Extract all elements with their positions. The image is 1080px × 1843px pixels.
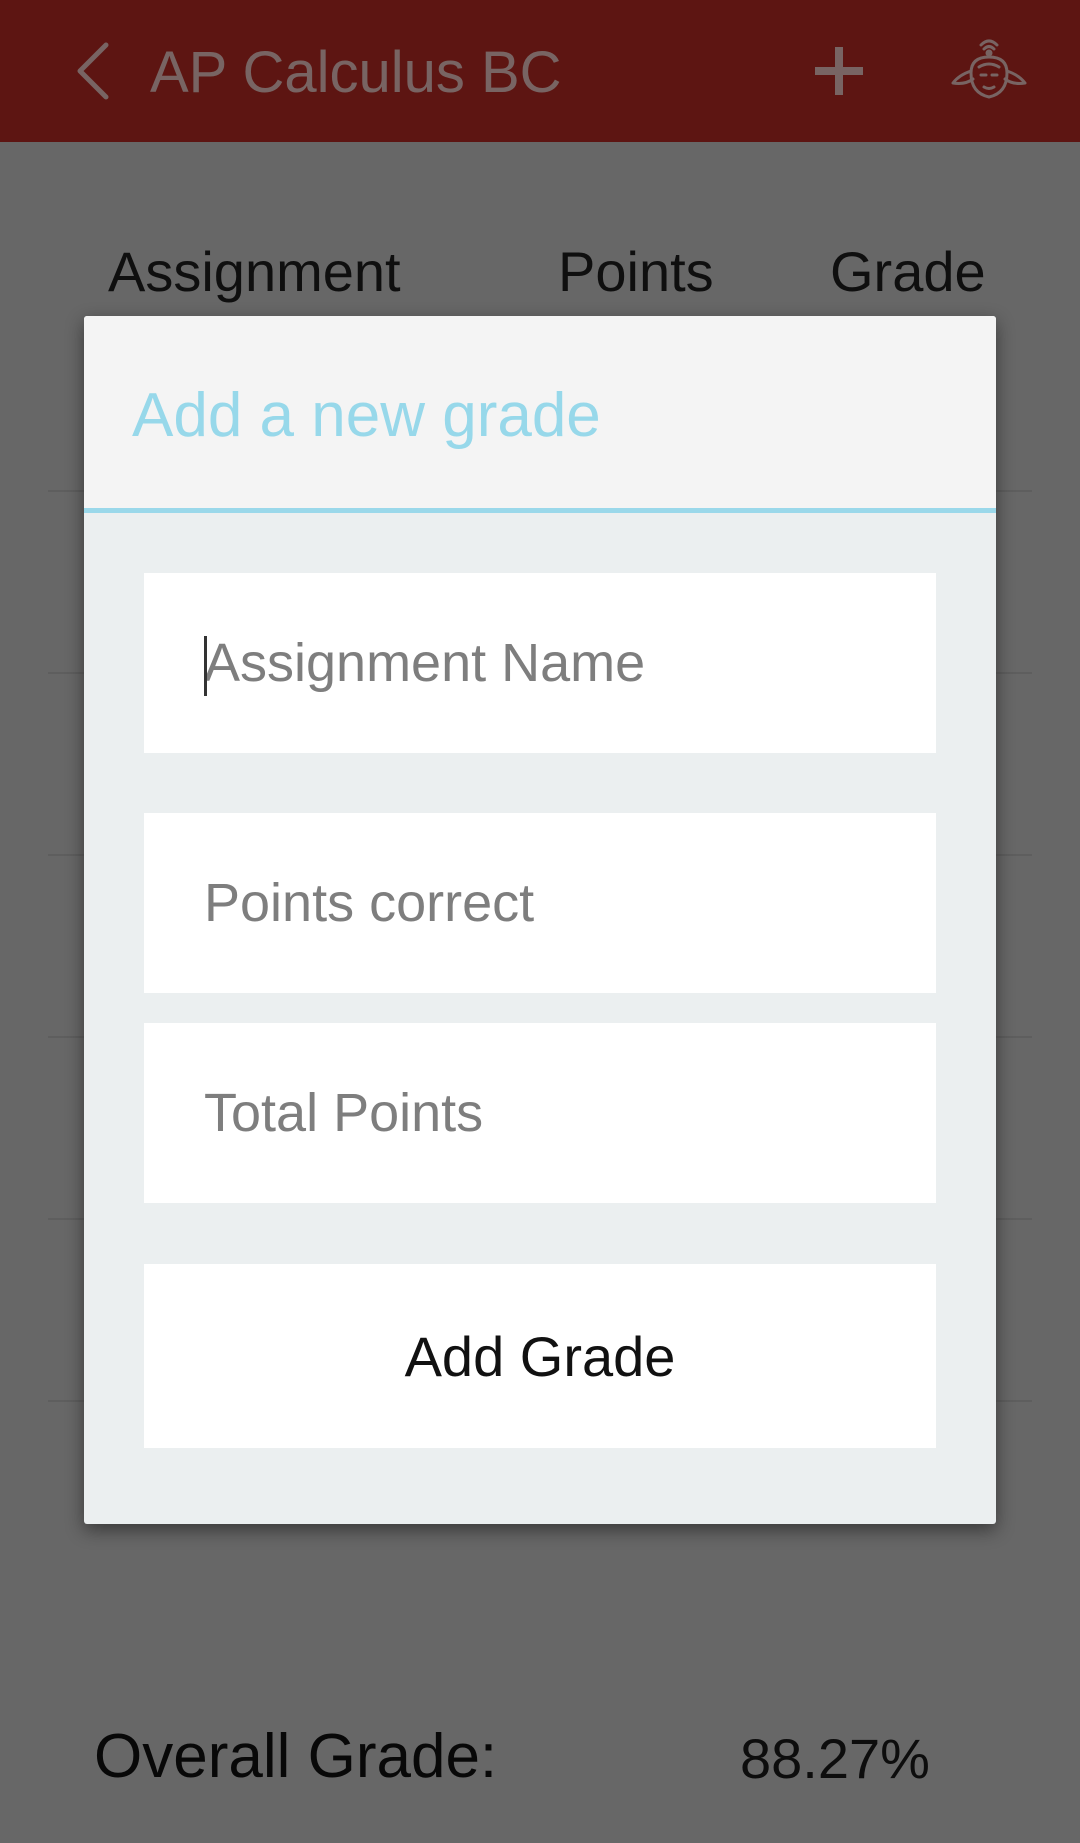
screen: AP Calculus BC xyxy=(0,0,1080,1843)
points-correct-input[interactable] xyxy=(144,813,936,993)
add-grade-dialog: Add a new grade Add Grade xyxy=(84,316,996,1524)
add-grade-button[interactable]: Add Grade xyxy=(144,1264,936,1448)
text-caret xyxy=(204,636,207,696)
dialog-title: Add a new grade xyxy=(132,381,601,450)
assignment-name-input[interactable] xyxy=(144,573,936,753)
total-points-input[interactable] xyxy=(144,1023,936,1203)
dialog-header: Add a new grade xyxy=(84,316,996,513)
